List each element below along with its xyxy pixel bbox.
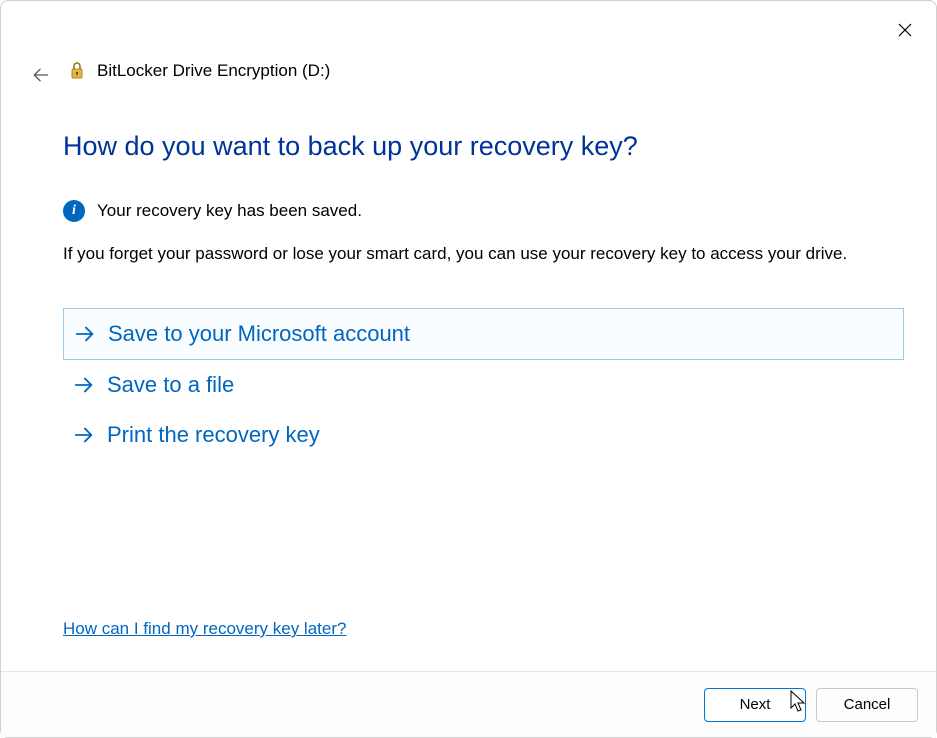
option-label: Save to your Microsoft account: [108, 321, 410, 347]
window-header: BitLocker Drive Encryption (D:): [65, 60, 330, 82]
info-row: i Your recovery key has been saved.: [63, 200, 904, 222]
back-button[interactable]: [29, 63, 53, 87]
arrow-right-icon: [74, 323, 96, 345]
main-content: How do you want to back up your recovery…: [63, 131, 904, 460]
info-icon: i: [63, 200, 85, 222]
window-title: BitLocker Drive Encryption (D:): [97, 61, 330, 81]
option-save-to-file[interactable]: Save to a file: [63, 360, 904, 410]
help-link[interactable]: How can I find my recovery key later?: [63, 619, 346, 639]
option-label: Save to a file: [107, 372, 234, 398]
arrow-right-icon: [73, 374, 95, 396]
info-text: Your recovery key has been saved.: [97, 201, 362, 221]
arrow-right-icon: [73, 424, 95, 446]
description-text: If you forget your password or lose your…: [63, 242, 904, 266]
option-save-microsoft-account[interactable]: Save to your Microsoft account: [63, 308, 904, 360]
option-print-recovery-key[interactable]: Print the recovery key: [63, 410, 904, 460]
cancel-button[interactable]: Cancel: [816, 688, 918, 722]
back-arrow-icon: [31, 65, 51, 85]
close-icon: [898, 23, 912, 37]
bitlocker-icon: [65, 60, 87, 82]
next-button[interactable]: Next: [704, 688, 806, 722]
close-button[interactable]: [894, 19, 916, 41]
footer: Next Cancel: [1, 671, 936, 737]
page-heading: How do you want to back up your recovery…: [63, 131, 904, 162]
option-label: Print the recovery key: [107, 422, 320, 448]
options-list: Save to your Microsoft account Save to a…: [63, 308, 904, 460]
